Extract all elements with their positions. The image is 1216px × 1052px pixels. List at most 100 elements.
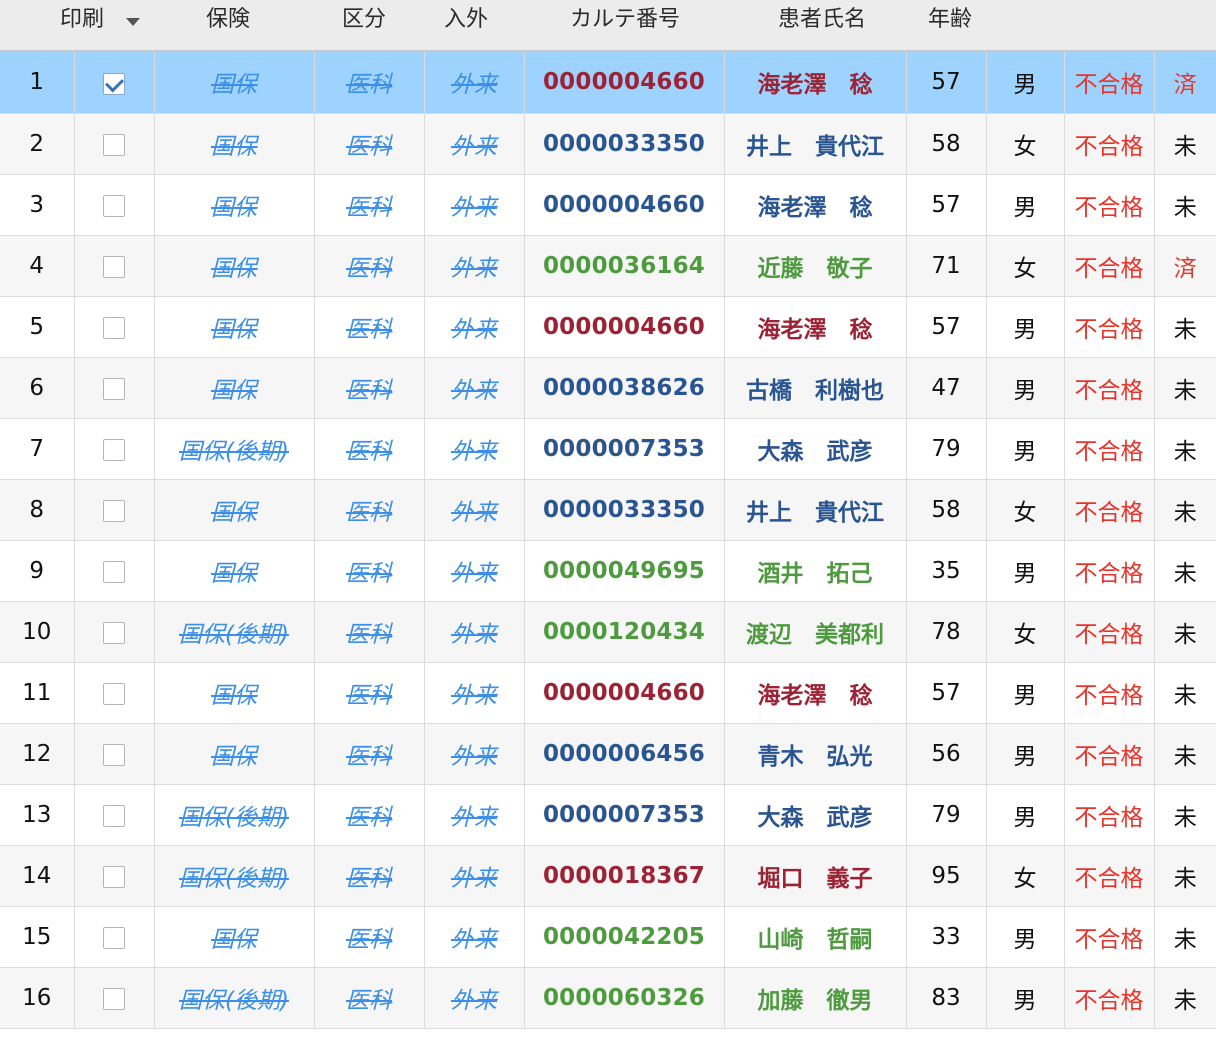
inout-link[interactable]: 外来	[424, 662, 525, 724]
division-link[interactable]: 医科	[314, 113, 425, 175]
table-row[interactable]: 10 国保(後期) 医科 外来 0000120434 渡辺 美都利 78 女不合格未	[0, 601, 1216, 663]
print-checkbox-cell[interactable]	[74, 418, 155, 480]
checkbox-icon[interactable]	[103, 439, 125, 461]
inout-link[interactable]: 外来	[424, 113, 525, 175]
division-link[interactable]: 医科	[314, 418, 425, 480]
table-row[interactable]: 12 国保 医科 外来 0000006456 青木 弘光 56 男不合格未	[0, 723, 1216, 785]
table-row[interactable]: 2 国保 医科 外来 0000033350 井上 貴代江 58 女不合格未	[0, 113, 1216, 175]
print-checkbox-cell[interactable]	[74, 601, 155, 663]
checkbox-icon[interactable]	[103, 317, 125, 339]
checkbox-icon[interactable]	[103, 622, 125, 644]
print-checkbox-cell[interactable]	[74, 113, 155, 175]
inout-link[interactable]: 外来	[424, 540, 525, 602]
table-row[interactable]: 9 国保 医科 外来 0000049695 酒井 拓己 35 男不合格未	[0, 540, 1216, 602]
table-row[interactable]: 13 国保(後期) 医科 外来 0000007353 大森 武彦 79 男不合格未	[0, 784, 1216, 846]
insurance-link[interactable]: 国保	[154, 540, 315, 602]
print-checkbox-cell[interactable]	[74, 296, 155, 358]
checkbox-icon[interactable]	[103, 256, 125, 278]
insurance-link[interactable]: 国保	[154, 235, 315, 297]
table-row[interactable]: 11 国保 医科 外来 0000004660 海老澤 稔 57 男不合格未	[0, 662, 1216, 724]
checkbox-icon[interactable]	[103, 744, 125, 766]
chevron-down-icon[interactable]	[126, 18, 140, 26]
insurance-link[interactable]: 国保	[154, 357, 315, 419]
inout-link[interactable]: 外来	[424, 906, 525, 968]
print-checkbox-cell[interactable]	[74, 540, 155, 602]
insurance-link[interactable]: 国保	[154, 662, 315, 724]
insurance-link[interactable]: 国保(後期)	[154, 418, 315, 480]
header-age[interactable]: 年齢	[928, 0, 972, 40]
division-link[interactable]: 医科	[314, 967, 425, 1029]
insurance-link[interactable]: 国保	[154, 906, 315, 968]
division-link[interactable]: 医科	[314, 479, 425, 541]
table-row[interactable]: 1 国保 医科 外来 0000004660 海老澤 稔 57 男不合格済	[0, 52, 1216, 114]
table-row[interactable]: 5 国保 医科 外来 0000004660 海老澤 稔 57 男不合格未	[0, 296, 1216, 358]
division-link[interactable]: 医科	[314, 540, 425, 602]
division-link[interactable]: 医科	[314, 174, 425, 236]
print-checkbox-cell[interactable]	[74, 723, 155, 785]
print-checkbox-cell[interactable]	[74, 235, 155, 297]
table-row[interactable]: 7 国保(後期) 医科 外来 0000007353 大森 武彦 79 男不合格未	[0, 418, 1216, 480]
insurance-link[interactable]: 国保	[154, 52, 315, 114]
insurance-link[interactable]: 国保(後期)	[154, 967, 315, 1029]
print-checkbox-cell[interactable]	[74, 784, 155, 846]
checkbox-icon[interactable]	[103, 378, 125, 400]
insurance-link[interactable]: 国保(後期)	[154, 784, 315, 846]
division-link[interactable]: 医科	[314, 357, 425, 419]
print-checkbox-cell[interactable]	[74, 174, 155, 236]
division-link[interactable]: 医科	[314, 906, 425, 968]
print-checkbox-cell[interactable]	[74, 479, 155, 541]
table-row[interactable]: 6 国保 医科 外来 0000038626 古橋 利樹也 47 男不合格未	[0, 357, 1216, 419]
header-chart-no[interactable]: カルテ番号	[570, 0, 680, 40]
header-insurance[interactable]: 保険	[206, 0, 250, 40]
checkbox-icon[interactable]	[103, 500, 125, 522]
division-link[interactable]: 医科	[314, 601, 425, 663]
division-link[interactable]: 医科	[314, 784, 425, 846]
checkbox-icon[interactable]	[103, 683, 125, 705]
table-row[interactable]: 4 国保 医科 外来 0000036164 近藤 敬子 71 女不合格済	[0, 235, 1216, 297]
header-division[interactable]: 区分	[342, 0, 386, 40]
insurance-link[interactable]: 国保	[154, 113, 315, 175]
table-row[interactable]: 14 国保(後期) 医科 外来 0000018367 堀口 義子 95 女不合格未	[0, 845, 1216, 907]
inout-link[interactable]: 外来	[424, 784, 525, 846]
print-checkbox-cell[interactable]	[74, 967, 155, 1029]
checkbox-icon[interactable]	[103, 927, 125, 949]
division-link[interactable]: 医科	[314, 52, 425, 114]
division-link[interactable]: 医科	[314, 723, 425, 785]
division-link[interactable]: 医科	[314, 296, 425, 358]
print-checkbox-cell[interactable]	[74, 662, 155, 724]
table-row[interactable]: 16 国保(後期) 医科 外来 0000060326 加藤 徹男 83 男不合格未	[0, 967, 1216, 1029]
inout-link[interactable]: 外来	[424, 601, 525, 663]
division-link[interactable]: 医科	[314, 662, 425, 724]
header-inout[interactable]: 入外	[444, 0, 488, 40]
insurance-link[interactable]: 国保	[154, 296, 315, 358]
division-link[interactable]: 医科	[314, 235, 425, 297]
checkbox-icon[interactable]	[103, 195, 125, 217]
print-checkbox-cell[interactable]	[74, 357, 155, 419]
insurance-link[interactable]: 国保	[154, 479, 315, 541]
header-patient-name[interactable]: 患者氏名	[778, 0, 866, 40]
table-row[interactable]: 15 国保 医科 外来 0000042205 山崎 哲嗣 33 男不合格未	[0, 906, 1216, 968]
checkbox-icon[interactable]	[103, 866, 125, 888]
checkbox-icon[interactable]	[103, 805, 125, 827]
table-row[interactable]: 3 国保 医科 外来 0000004660 海老澤 稔 57 男不合格未	[0, 174, 1216, 236]
inout-link[interactable]: 外来	[424, 357, 525, 419]
table-row[interactable]: 8 国保 医科 外来 0000033350 井上 貴代江 58 女不合格未	[0, 479, 1216, 541]
inout-link[interactable]: 外来	[424, 723, 525, 785]
inout-link[interactable]: 外来	[424, 296, 525, 358]
division-link[interactable]: 医科	[314, 845, 425, 907]
insurance-link[interactable]: 国保	[154, 174, 315, 236]
inout-link[interactable]: 外来	[424, 845, 525, 907]
print-checkbox-cell[interactable]	[74, 906, 155, 968]
inout-link[interactable]: 外来	[424, 235, 525, 297]
inout-link[interactable]: 外来	[424, 174, 525, 236]
checkbox-icon[interactable]	[103, 134, 125, 156]
insurance-link[interactable]: 国保	[154, 723, 315, 785]
inout-link[interactable]: 外来	[424, 479, 525, 541]
insurance-link[interactable]: 国保(後期)	[154, 601, 315, 663]
inout-link[interactable]: 外来	[424, 418, 525, 480]
checkbox-icon[interactable]	[103, 561, 125, 583]
print-checkbox-cell[interactable]	[74, 845, 155, 907]
checkbox-icon[interactable]	[103, 988, 125, 1010]
header-print[interactable]: 印刷	[60, 0, 104, 40]
insurance-link[interactable]: 国保(後期)	[154, 845, 315, 907]
